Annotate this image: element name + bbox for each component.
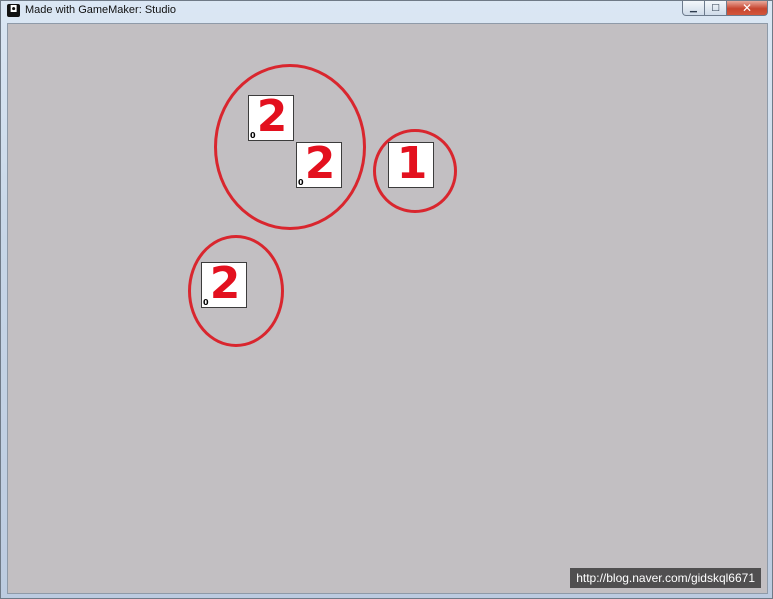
minimize-button[interactable]: ▁	[682, 1, 705, 16]
title-bar[interactable]: ◘ Made with GameMaker: Studio ▁ □ ✕	[1, 1, 772, 21]
window-title: Made with GameMaker: Studio	[25, 4, 177, 16]
card-digit: 1	[396, 138, 428, 189]
number-card[interactable]: 2 0	[201, 261, 247, 308]
blog-watermark: http://blog.naver.com/gidskql6671	[570, 568, 761, 588]
maximize-icon: □	[711, 3, 720, 13]
close-icon: ✕	[741, 1, 753, 15]
gamemaker-icon: ◘	[7, 4, 20, 17]
number-card[interactable]: 2 0	[248, 94, 294, 141]
number-card[interactable]: 2 0	[296, 141, 342, 188]
game-window: ◘ Made with GameMaker: Studio ▁ □ ✕ 2 0 …	[0, 0, 773, 599]
card-corner-value: 0	[298, 178, 304, 187]
card-corner-value: 0	[250, 131, 256, 140]
minimize-icon: ▁	[690, 3, 697, 13]
close-button[interactable]: ✕	[727, 1, 768, 16]
number-card[interactable]: 1	[388, 138, 434, 189]
card-corner-value: 0	[203, 298, 209, 307]
annotation-ring-pair	[214, 64, 366, 230]
maximize-button[interactable]: □	[705, 1, 727, 16]
game-canvas[interactable]: 2 0 2 0 1 2 0 http://blog.naver.com/gids…	[7, 23, 768, 594]
caption-buttons: ▁ □ ✕	[682, 1, 768, 18]
